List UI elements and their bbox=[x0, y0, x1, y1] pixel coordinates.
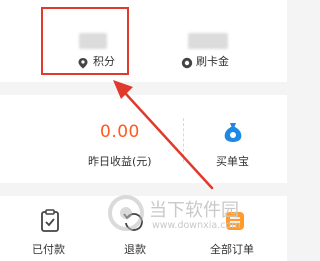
paid-label: 已付款 bbox=[32, 243, 65, 256]
watermark-title: 当下软件园 bbox=[149, 200, 239, 221]
money-bag-icon bbox=[222, 121, 244, 143]
card-reward-label: 刷卡金 bbox=[196, 55, 229, 68]
watermark-logo-icon bbox=[106, 193, 146, 233]
card-reward-value-blurred bbox=[188, 33, 228, 49]
location-pin-icon bbox=[77, 54, 89, 69]
clipboard-check-icon bbox=[39, 209, 61, 233]
points-label: 积分 bbox=[93, 55, 115, 68]
refund-label: 退款 bbox=[124, 243, 146, 256]
divider bbox=[183, 118, 186, 162]
all-orders-label: 全部订单 bbox=[210, 243, 254, 256]
watermark-url: www.downxia.com bbox=[152, 220, 241, 231]
maidanbao-label: 买单宝 bbox=[216, 155, 249, 168]
earnings-value: 0.00 bbox=[100, 122, 140, 142]
coin-icon bbox=[181, 54, 193, 69]
earnings-label: 昨日收益(元) bbox=[88, 155, 152, 168]
